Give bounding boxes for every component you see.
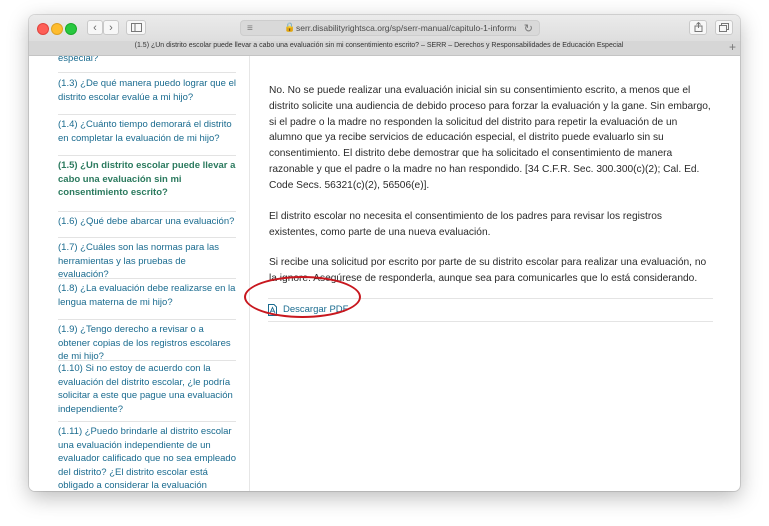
close-window-button[interactable] <box>37 23 49 35</box>
reload-icon[interactable]: ↻ <box>524 22 533 35</box>
tabs-icon <box>719 23 729 32</box>
divider <box>58 278 236 279</box>
share-button[interactable] <box>689 20 707 35</box>
sidebar-item-1-3[interactable]: (1.3) ¿De qué manera puedo lograr que el… <box>58 77 236 104</box>
divider <box>58 237 236 238</box>
sidebar-item-1-8[interactable]: (1.8) ¿La evaluación debe realizarse en … <box>58 282 236 309</box>
chevron-right-icon: › <box>109 22 113 34</box>
browser-toolbar: ‹ › ≡ 🔒 serr.disabilityrightsca.org/sp/s… <box>29 15 740 42</box>
divider-bottom <box>268 321 713 322</box>
sidebar-icon <box>130 23 142 32</box>
url-text[interactable]: serr.disabilityrightsca.org/sp/serr-manu… <box>296 23 516 33</box>
tab-active[interactable]: (1.5) ¿Un distrito escolar puede llevar … <box>29 42 729 49</box>
sidebar-item-1-6[interactable]: (1.6) ¿Qué debe abarcar una evaluación? <box>58 215 236 229</box>
divider <box>58 114 236 115</box>
minimize-window-button[interactable] <box>51 23 63 35</box>
show-tabs-button[interactable] <box>715 20 733 35</box>
sidebar-item-1-10[interactable]: (1.10) Si no estoy de acuerdo con la eva… <box>58 362 236 416</box>
back-button[interactable]: ‹ <box>87 20 103 35</box>
browser-window: ‹ › ≡ 🔒 serr.disabilityrightsca.org/sp/s… <box>29 15 740 491</box>
sidebar-item-1-7[interactable]: (1.7) ¿Cuáles son las normas para las he… <box>58 241 236 282</box>
sidebar-toggle-button[interactable] <box>126 20 146 35</box>
forward-button[interactable]: › <box>103 20 119 35</box>
answer-paragraph-1: No. No se puede realizar una evaluación … <box>269 85 711 191</box>
main-content: No. No se puede realizar una evaluación … <box>250 56 740 491</box>
sidebar-item-1-11[interactable]: (1.11) ¿Puedo brindarle al distrito esco… <box>58 425 236 491</box>
answer-paragraph-2: El distrito escolar no necesita el conse… <box>269 211 662 238</box>
zoom-window-button[interactable] <box>65 23 77 35</box>
divider <box>58 360 236 361</box>
sidebar-nav: especial? (1.3) ¿De qué manera puedo log… <box>29 56 250 491</box>
divider <box>58 421 236 422</box>
address-bar[interactable]: ≡ 🔒 serr.disabilityrightsca.org/sp/serr-… <box>240 20 540 36</box>
divider <box>58 211 236 212</box>
tab-bar: (1.5) ¿Un distrito escolar puede llevar … <box>29 40 740 56</box>
divider <box>58 319 236 320</box>
sidebar-item-1-5-active[interactable]: (1.5) ¿Un distrito escolar puede llevar … <box>58 159 236 200</box>
reader-icon[interactable]: ≡ <box>247 23 253 34</box>
divider <box>58 72 236 73</box>
divider <box>58 155 236 156</box>
sidebar-item-1-9[interactable]: (1.9) ¿Tengo derecho a revisar o a obten… <box>58 323 236 364</box>
chevron-left-icon: ‹ <box>93 22 97 34</box>
new-tab-button[interactable]: + <box>729 40 736 54</box>
sidebar-item-prev[interactable]: especial? <box>58 56 236 66</box>
highlight-circle-annotation <box>244 276 361 318</box>
lock-icon: 🔒 <box>284 22 296 32</box>
share-icon <box>694 21 702 32</box>
sidebar-item-1-4[interactable]: (1.4) ¿Cuánto tiempo demorará el distrit… <box>58 118 236 145</box>
